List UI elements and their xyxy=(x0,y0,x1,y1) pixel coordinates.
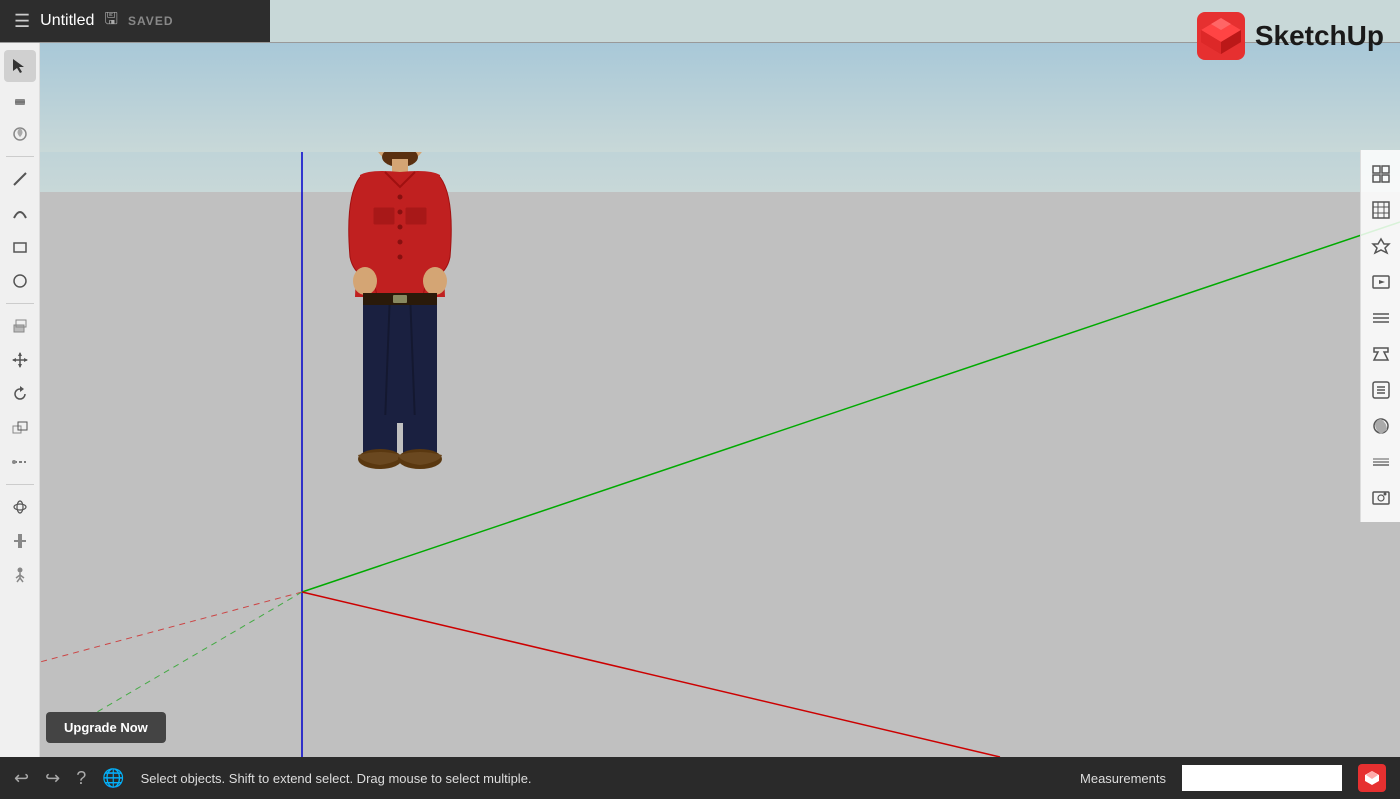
status-text: Select objects. Shift to extend select. … xyxy=(141,771,1064,786)
tool-pan[interactable] xyxy=(4,525,36,557)
sketchup-logo: SketchUp xyxy=(1195,10,1384,62)
separator-1 xyxy=(6,156,34,157)
tool-tape[interactable] xyxy=(4,446,36,478)
tool-move[interactable] xyxy=(4,344,36,376)
top-divider xyxy=(0,42,1400,43)
right-toolbar xyxy=(1360,150,1400,522)
measurements-input[interactable] xyxy=(1182,765,1342,791)
tool-paint[interactable] xyxy=(4,118,36,150)
panel-materials[interactable] xyxy=(1365,194,1397,226)
tool-line[interactable] xyxy=(4,163,36,195)
logo-icon xyxy=(1195,10,1247,62)
tool-scale[interactable] xyxy=(4,412,36,444)
tool-rectangle[interactable] xyxy=(4,231,36,263)
upgrade-button[interactable]: Upgrade Now xyxy=(46,712,166,743)
titlebar: ☰ Untitled 🖫 SAVED xyxy=(0,0,270,42)
panel-layers[interactable] xyxy=(1365,302,1397,334)
tool-rotate[interactable] xyxy=(4,378,36,410)
panel-components[interactable] xyxy=(1365,158,1397,190)
undo-icon[interactable]: ↩ xyxy=(14,768,29,789)
left-toolbar xyxy=(0,42,40,757)
separator-2 xyxy=(6,303,34,304)
globe-icon[interactable]: 🌐 xyxy=(102,768,124,789)
tool-walk[interactable] xyxy=(4,559,36,591)
menu-icon[interactable]: ☰ xyxy=(14,11,30,32)
help-icon[interactable]: ? xyxy=(76,768,86,789)
panel-entity-info[interactable] xyxy=(1365,338,1397,370)
sketchup-badge-icon xyxy=(1358,764,1386,792)
logo-text: SketchUp xyxy=(1255,20,1384,52)
tool-circle[interactable] xyxy=(4,265,36,297)
measurements-label: Measurements xyxy=(1080,771,1166,786)
sky-area xyxy=(0,42,1400,152)
panel-fog[interactable] xyxy=(1365,446,1397,478)
tool-select[interactable] xyxy=(4,50,36,82)
tool-eraser[interactable] xyxy=(4,84,36,116)
panel-match-photo[interactable] xyxy=(1365,482,1397,514)
redo-icon[interactable]: ↪ xyxy=(45,768,60,789)
bottombar: ↩ ↪ ? 🌐 Select objects. Shift to extend … xyxy=(0,757,1400,799)
document-title: Untitled xyxy=(40,12,94,30)
panel-outliner[interactable] xyxy=(1365,374,1397,406)
panel-shadows[interactable] xyxy=(1365,410,1397,442)
tool-orbit[interactable] xyxy=(4,491,36,523)
separator-3 xyxy=(6,484,34,485)
saved-status: SAVED xyxy=(128,14,173,28)
panel-styles[interactable] xyxy=(1365,230,1397,262)
panel-scenes[interactable] xyxy=(1365,266,1397,298)
tool-arc[interactable] xyxy=(4,197,36,229)
tool-push-pull[interactable] xyxy=(4,310,36,342)
person-figure xyxy=(335,97,465,477)
save-icon[interactable]: 🖫 xyxy=(104,8,118,35)
